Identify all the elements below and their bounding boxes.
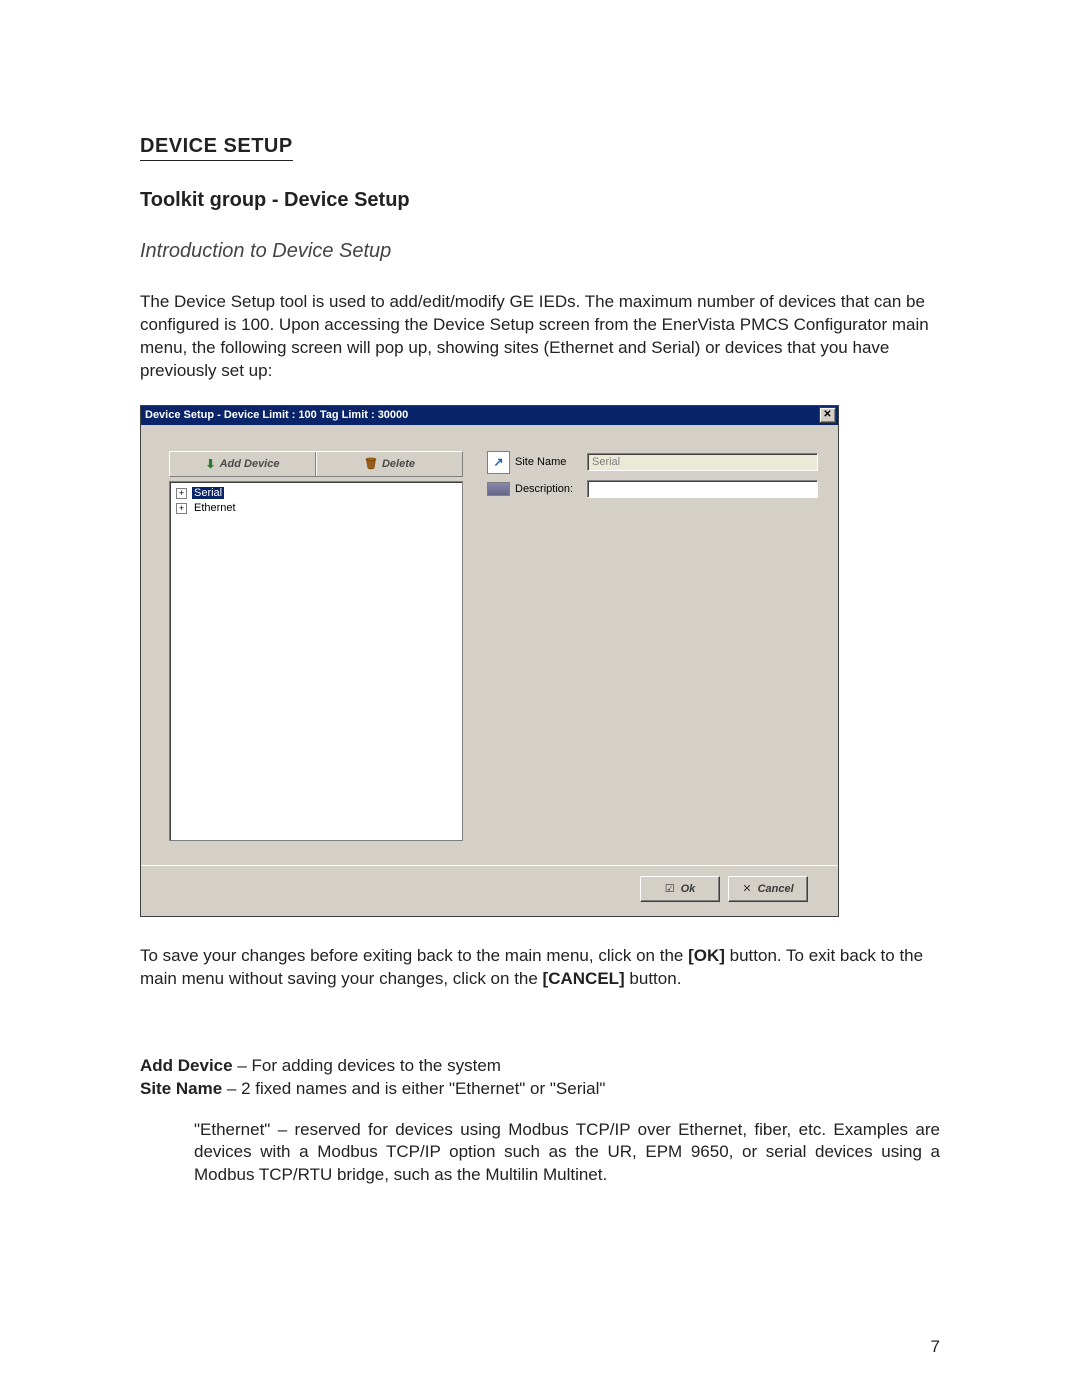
intro-paragraph: The Device Setup tool is used to add/edi… (140, 291, 940, 383)
add-device-button[interactable]: ⬇ Add Device (170, 452, 315, 476)
device-setup-dialog: Device Setup - Device Limit : 100 Tag Li… (140, 405, 839, 917)
def-site-name-desc: – 2 fixed names and is either "Ethernet"… (222, 1079, 605, 1098)
tree-item-ethernet[interactable]: + Ethernet (176, 501, 456, 516)
ok-label: Ok (681, 883, 696, 895)
expand-icon[interactable]: + (176, 503, 187, 514)
device-tree[interactable]: + Serial + Ethernet (169, 481, 463, 841)
sub-heading: Toolkit group - Device Setup (140, 189, 940, 212)
def-add-device-term: Add Device (140, 1056, 233, 1075)
expand-icon[interactable]: + (176, 488, 187, 499)
tree-label-serial: Serial (192, 487, 224, 499)
add-device-icon: ⬇ (206, 457, 216, 471)
dialog-title: Device Setup - Device Limit : 100 Tag Li… (145, 409, 408, 421)
intro-heading: Introduction to Device Setup (140, 240, 940, 263)
toolbar: ⬇ Add Device 🗑 Delete (169, 451, 463, 477)
device-icon (487, 482, 510, 496)
delete-button[interactable]: 🗑 Delete (317, 452, 462, 476)
cancel-label: Cancel (758, 883, 794, 895)
def-add-device-desc: – For adding devices to the system (233, 1056, 501, 1075)
def-site-name-term: Site Name (140, 1079, 222, 1098)
tree-label-ethernet: Ethernet (192, 502, 238, 514)
check-icon: ☑ (665, 882, 675, 895)
trash-icon: 🗑 (364, 457, 378, 470)
site-name-field (587, 453, 818, 471)
tree-item-serial[interactable]: + Serial (176, 486, 456, 501)
description-label: Description: (515, 483, 587, 495)
cancel-button[interactable]: ✕ Cancel (728, 876, 808, 902)
after-screenshot-paragraph: To save your changes before exiting back… (140, 945, 940, 991)
ethernet-paragraph: "Ethernet" – reserved for devices using … (194, 1119, 940, 1188)
close-button[interactable]: ✕ (819, 407, 836, 423)
page-number: 7 (931, 1337, 940, 1357)
description-field[interactable] (587, 480, 818, 498)
add-device-label: Add Device (220, 458, 280, 470)
site-name-label: Site Name (515, 456, 587, 468)
definitions-block: Add Device – For adding devices to the s… (140, 1055, 940, 1101)
site-icon: ↗ (487, 451, 510, 474)
section-heading: DEVICE SETUP (140, 135, 293, 161)
x-icon: ✕ (742, 882, 751, 895)
ok-button[interactable]: ☑ Ok (640, 876, 720, 902)
close-icon: ✕ (823, 410, 831, 420)
dialog-titlebar: Device Setup - Device Limit : 100 Tag Li… (141, 406, 838, 425)
delete-label: Delete (382, 458, 415, 470)
